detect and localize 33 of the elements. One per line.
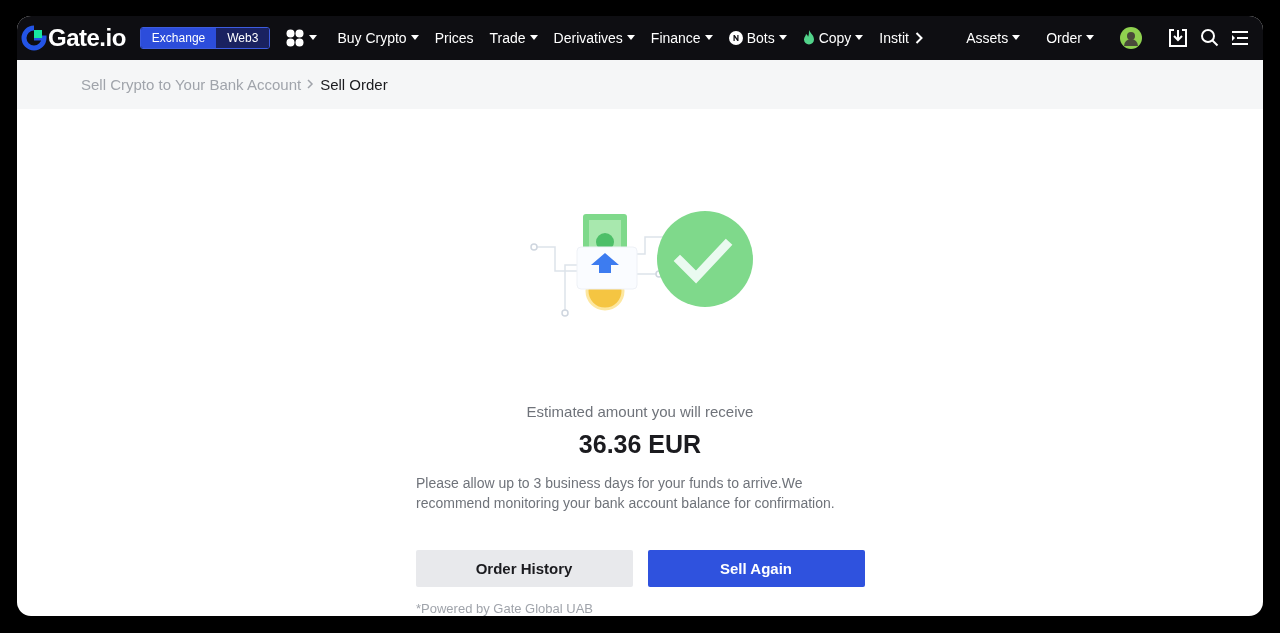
mode-tab[interactable]: Web3 (216, 27, 270, 48)
flame-icon (802, 30, 815, 46)
apps-menu[interactable] (286, 28, 318, 47)
nav-item[interactable]: Buy Crypto (337, 29, 419, 46)
note: Please allow up to 3 business days for your funds to arrive.We recommend monitoring your bank account balance for confirmation. (416, 474, 836, 513)
nav-item[interactable]: Prices (434, 29, 474, 46)
chevron-right-icon[interactable] (914, 31, 923, 44)
secondary-button[interactable]: Order History (415, 550, 633, 587)
bot-badge-icon (728, 30, 743, 45)
logo-icon (21, 24, 47, 51)
caret-icon (309, 34, 318, 41)
mode-tab[interactable]: Exchange (140, 27, 217, 48)
menu-icon[interactable] (1231, 29, 1249, 46)
amount: 36.36 EUR (578, 430, 702, 459)
nav-item[interactable]: Finance (650, 29, 713, 46)
nav-item[interactable]: Instit (879, 29, 909, 46)
nav-item[interactable]: Copy (802, 29, 864, 46)
logo[interactable]: Gate.io (21, 23, 126, 52)
apps-icon (286, 28, 305, 47)
primary-button[interactable]: Sell Again (647, 550, 865, 587)
chevron-right-icon (307, 79, 315, 90)
logo-text: Gate.io (48, 23, 126, 52)
breadcrumb-item: Sell Order (320, 75, 388, 93)
footnote: *Powered by Gate Global UAB (416, 601, 595, 616)
nav-item[interactable]: Order (1046, 29, 1094, 46)
download-icon[interactable] (1168, 27, 1188, 48)
avatar-icon[interactable] (1120, 26, 1142, 49)
nav-item[interactable]: Assets (966, 29, 1021, 46)
nav-item[interactable]: Trade (489, 29, 538, 46)
nav-item[interactable]: Bots (728, 29, 787, 46)
caption: Estimated amount you will receive (526, 403, 754, 420)
search-icon[interactable] (1200, 28, 1219, 48)
nav-item[interactable]: Derivatives (553, 29, 635, 46)
